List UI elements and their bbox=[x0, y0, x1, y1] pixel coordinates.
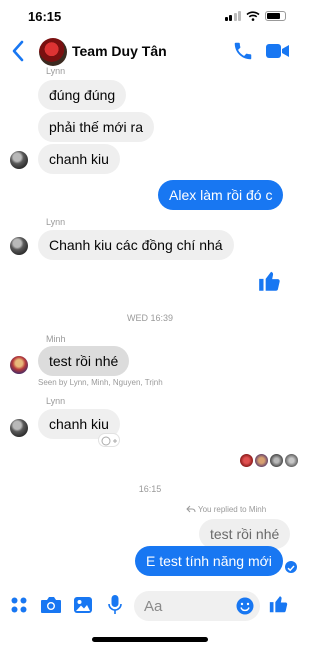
status-icons bbox=[224, 11, 286, 21]
avatar bbox=[285, 454, 298, 467]
avatar bbox=[255, 454, 268, 467]
add-reaction-icon bbox=[101, 436, 117, 446]
sent-check-icon bbox=[285, 561, 297, 573]
phone-icon[interactable] bbox=[232, 40, 254, 62]
avatar[interactable] bbox=[10, 419, 28, 437]
home-indicator[interactable] bbox=[92, 637, 208, 642]
thumbs-up-icon[interactable] bbox=[257, 268, 283, 294]
sender-name: Lynn bbox=[46, 217, 66, 227]
avatar bbox=[240, 454, 253, 467]
sender-name: Minh bbox=[46, 334, 66, 344]
message-bubble-outgoing[interactable]: Alex làm rồi đó c bbox=[158, 180, 284, 210]
group-avatar[interactable] bbox=[39, 38, 67, 66]
wifi-icon bbox=[246, 11, 260, 21]
avatar[interactable] bbox=[10, 237, 28, 255]
reply-context-note: You replied to Minh bbox=[198, 505, 267, 514]
avatar[interactable] bbox=[10, 356, 28, 374]
photo-icon[interactable] bbox=[73, 595, 93, 615]
message-bubble[interactable]: chanh kiu bbox=[38, 144, 120, 174]
avatar[interactable] bbox=[10, 151, 28, 169]
battery-icon bbox=[265, 11, 286, 21]
sender-name: Lynn bbox=[46, 396, 66, 406]
smiley-icon[interactable] bbox=[236, 597, 254, 615]
video-camera-icon[interactable] bbox=[266, 42, 290, 60]
message-bubble[interactable]: phải thế mới ra bbox=[38, 112, 155, 142]
message-bubble[interactable]: Chanh kiu các đồng chí nhá bbox=[38, 230, 234, 260]
message-bubble-outgoing[interactable]: E test tính năng mới bbox=[135, 546, 283, 576]
message-list[interactable]: Lynn đúng đúng phải thế mới ra chanh kiu… bbox=[0, 64, 300, 584]
thumbs-up-icon[interactable] bbox=[268, 593, 290, 615]
message-bubble[interactable]: đúng đúng bbox=[38, 80, 127, 110]
chevron-left-icon[interactable] bbox=[10, 39, 28, 63]
timestamp: 16:15 bbox=[138, 484, 162, 494]
conversation-title[interactable]: Team Duy Tân bbox=[72, 43, 167, 59]
camera-icon[interactable] bbox=[40, 595, 62, 615]
reply-arrow-icon bbox=[186, 505, 196, 513]
four-dots-icon[interactable] bbox=[10, 596, 28, 614]
sender-name: Lynn bbox=[46, 66, 66, 76]
read-receipts bbox=[240, 454, 298, 467]
avatar bbox=[270, 454, 283, 467]
microphone-icon[interactable] bbox=[107, 594, 123, 616]
quoted-message[interactable]: test rồi nhé bbox=[199, 519, 291, 549]
composer-bar bbox=[0, 588, 300, 624]
timestamp: WED 16:39 bbox=[126, 313, 174, 323]
cellular-signal-icon bbox=[224, 11, 241, 21]
status-time: 16:15 bbox=[28, 9, 62, 24]
seen-by-text: Seen by Lynn, Minh, Nguyen, Trịnh bbox=[38, 378, 163, 387]
status-bar: 16:15 bbox=[0, 0, 300, 32]
add-reaction-button[interactable] bbox=[98, 433, 120, 447]
message-bubble[interactable]: test rồi nhé bbox=[38, 346, 130, 376]
